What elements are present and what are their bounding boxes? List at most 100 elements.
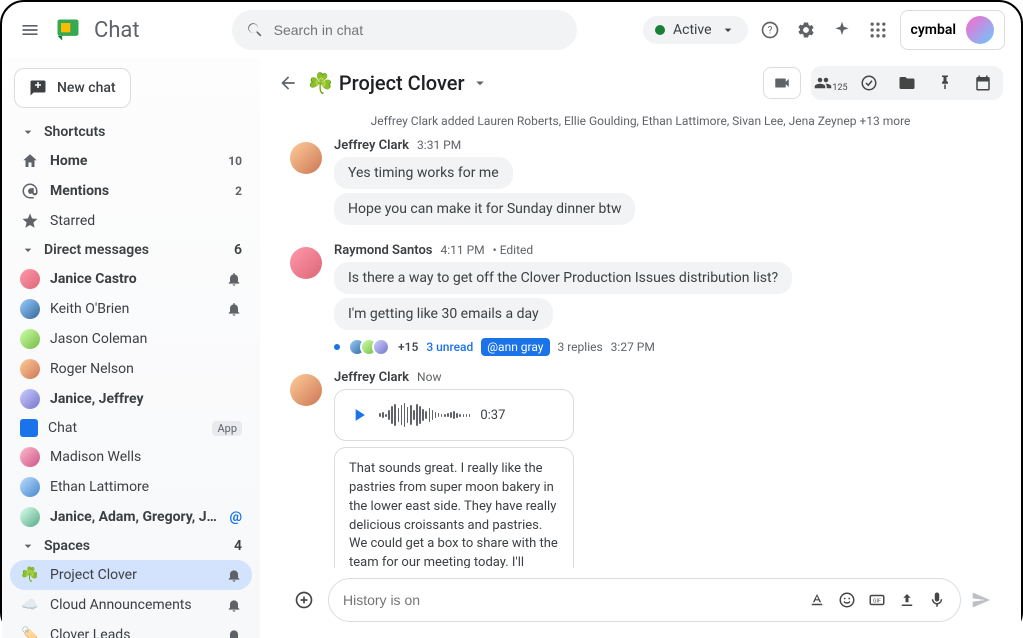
back-button[interactable] xyxy=(278,73,298,93)
bell-off-icon xyxy=(226,567,242,583)
message-composer[interactable]: GIF xyxy=(328,578,961,622)
chevron-down-icon xyxy=(720,22,736,38)
message: Raymond Santos 4:11 PM • Edited Is there… xyxy=(290,243,991,356)
avatar-icon xyxy=(20,299,40,319)
mic-icon[interactable] xyxy=(928,591,946,609)
message-avatar[interactable] xyxy=(290,374,322,406)
voice-duration: 0:37 xyxy=(480,408,505,423)
sparkle-icon[interactable] xyxy=(832,20,852,40)
message-bubble[interactable]: I'm getting like 30 emails a day xyxy=(334,298,553,330)
send-button[interactable] xyxy=(971,590,991,610)
apps-grid-icon[interactable] xyxy=(868,20,888,40)
settings-icon[interactable] xyxy=(796,20,816,40)
new-chat-button[interactable]: New chat xyxy=(14,68,131,108)
message-avatar[interactable] xyxy=(290,142,322,174)
dm-item[interactable]: Janice, Jeffrey xyxy=(10,384,252,414)
dm-item[interactable]: Janice Castro xyxy=(10,264,252,294)
bell-off-icon xyxy=(226,597,242,613)
room-title-text: Project Clover xyxy=(339,71,465,95)
org-switcher[interactable]: cymbal xyxy=(900,10,1005,50)
message-bubble[interactable]: Yes timing works for me xyxy=(334,157,513,189)
dm-item[interactable]: Roger Nelson xyxy=(10,354,252,384)
dm-label: Janice, Jeffrey xyxy=(50,391,242,407)
upload-icon[interactable] xyxy=(898,591,916,609)
message-avatar[interactable] xyxy=(290,247,322,279)
thread-summary[interactable]: +15 3 unread @ann gray 3 replies 3:27 PM xyxy=(334,338,991,356)
cloud-icon xyxy=(20,595,40,615)
avatar-icon xyxy=(20,447,40,467)
room-toolbar: 125 xyxy=(811,66,1003,100)
section-spaces[interactable]: Spaces 4 xyxy=(10,532,252,560)
video-call-button[interactable] xyxy=(763,67,801,99)
shamrock-icon xyxy=(20,565,40,585)
section-title: Spaces xyxy=(44,538,90,554)
main-panel: Project Clover 125 xyxy=(260,58,1021,638)
dm-label: Chat xyxy=(48,420,200,436)
user-avatar[interactable] xyxy=(966,16,994,44)
mention-chip[interactable]: @ann gray xyxy=(481,338,549,356)
status-selector[interactable]: Active xyxy=(643,16,748,44)
voice-transcript: That sounds great. I really like the pas… xyxy=(334,447,574,568)
bell-off-icon xyxy=(226,301,242,317)
section-shortcuts[interactable]: Shortcuts xyxy=(10,118,252,146)
avatar-icon xyxy=(20,329,40,349)
format-text-icon[interactable] xyxy=(808,591,826,609)
add-attachment-button[interactable] xyxy=(290,586,318,614)
message-list: Jeffrey Clark added Lauren Roberts, Elli… xyxy=(260,108,1021,568)
space-item[interactable]: Cloud Announcements xyxy=(10,590,252,620)
gif-icon[interactable]: GIF xyxy=(868,591,886,609)
play-button[interactable] xyxy=(349,405,369,425)
hamburger-menu[interactable] xyxy=(18,18,42,42)
emoji-icon[interactable] xyxy=(838,591,856,609)
section-dms[interactable]: Direct messages 6 xyxy=(10,236,252,264)
dm-item[interactable]: Ethan Lattimore xyxy=(10,472,252,502)
dm-label: Jason Coleman xyxy=(50,331,242,347)
search-input[interactable] xyxy=(274,22,563,38)
search-bar[interactable] xyxy=(232,10,577,50)
dm-item[interactable]: Chat App xyxy=(10,414,252,442)
composer-input[interactable] xyxy=(343,592,796,608)
dm-item[interactable]: Keith O'Brien xyxy=(10,294,252,324)
new-chat-icon xyxy=(29,79,47,97)
chevron-down-icon xyxy=(20,124,36,140)
message-meta: • Edited xyxy=(493,243,533,257)
space-project-clover[interactable]: Project Clover xyxy=(10,560,252,590)
system-message: Jeffrey Clark added Lauren Roberts, Elli… xyxy=(290,114,991,128)
member-count: 125 xyxy=(832,83,847,93)
nav-starred[interactable]: Starred xyxy=(10,206,252,236)
room-title[interactable]: Project Clover xyxy=(308,71,489,95)
nav-mentions[interactable]: Mentions 2 xyxy=(10,176,252,206)
calendar-button[interactable] xyxy=(965,68,1001,98)
dm-label: Roger Nelson xyxy=(50,361,242,377)
nav-home[interactable]: Home 10 xyxy=(10,146,252,176)
unread-dot-icon xyxy=(334,344,340,350)
shamrock-icon xyxy=(308,71,333,95)
nav-label: Mentions xyxy=(50,183,225,199)
section-title: Direct messages xyxy=(44,242,149,258)
space-label: Clover Leads xyxy=(50,627,216,638)
message-bubble[interactable]: Is there a way to get off the Clover Pro… xyxy=(334,262,792,294)
avatar-icon xyxy=(20,389,40,409)
transcript-text: That sounds great. I really like the pas… xyxy=(349,460,559,568)
tasks-button[interactable] xyxy=(851,68,887,98)
waveform-icon[interactable] xyxy=(379,402,470,428)
files-button[interactable] xyxy=(889,68,925,98)
dm-item[interactable]: Janice, Adam, Gregory, Jose... @ xyxy=(10,502,252,532)
space-label: Project Clover xyxy=(50,567,216,583)
message: Jeffrey Clark 3:31 PM Yes timing works f… xyxy=(290,138,991,229)
space-item[interactable]: Clover Leads xyxy=(10,620,252,638)
message-time: 3:31 PM xyxy=(417,138,461,152)
dm-item[interactable]: Madison Wells xyxy=(10,442,252,472)
space-label: Cloud Announcements xyxy=(50,597,216,613)
thread-unread: 3 unread xyxy=(426,340,473,354)
svg-text:?: ? xyxy=(767,25,772,36)
dm-item[interactable]: Jason Coleman xyxy=(10,324,252,354)
pin-button[interactable] xyxy=(927,68,963,98)
help-icon[interactable]: ? xyxy=(760,20,780,40)
members-button[interactable]: 125 xyxy=(813,68,849,98)
message-bubble[interactable]: Hope you can make it for Sunday dinner b… xyxy=(334,193,635,225)
chat-logo xyxy=(54,16,82,44)
mention-badge-icon: @ xyxy=(229,509,242,525)
thread-time: 3:27 PM xyxy=(611,340,655,354)
app-name: Chat xyxy=(94,18,140,43)
